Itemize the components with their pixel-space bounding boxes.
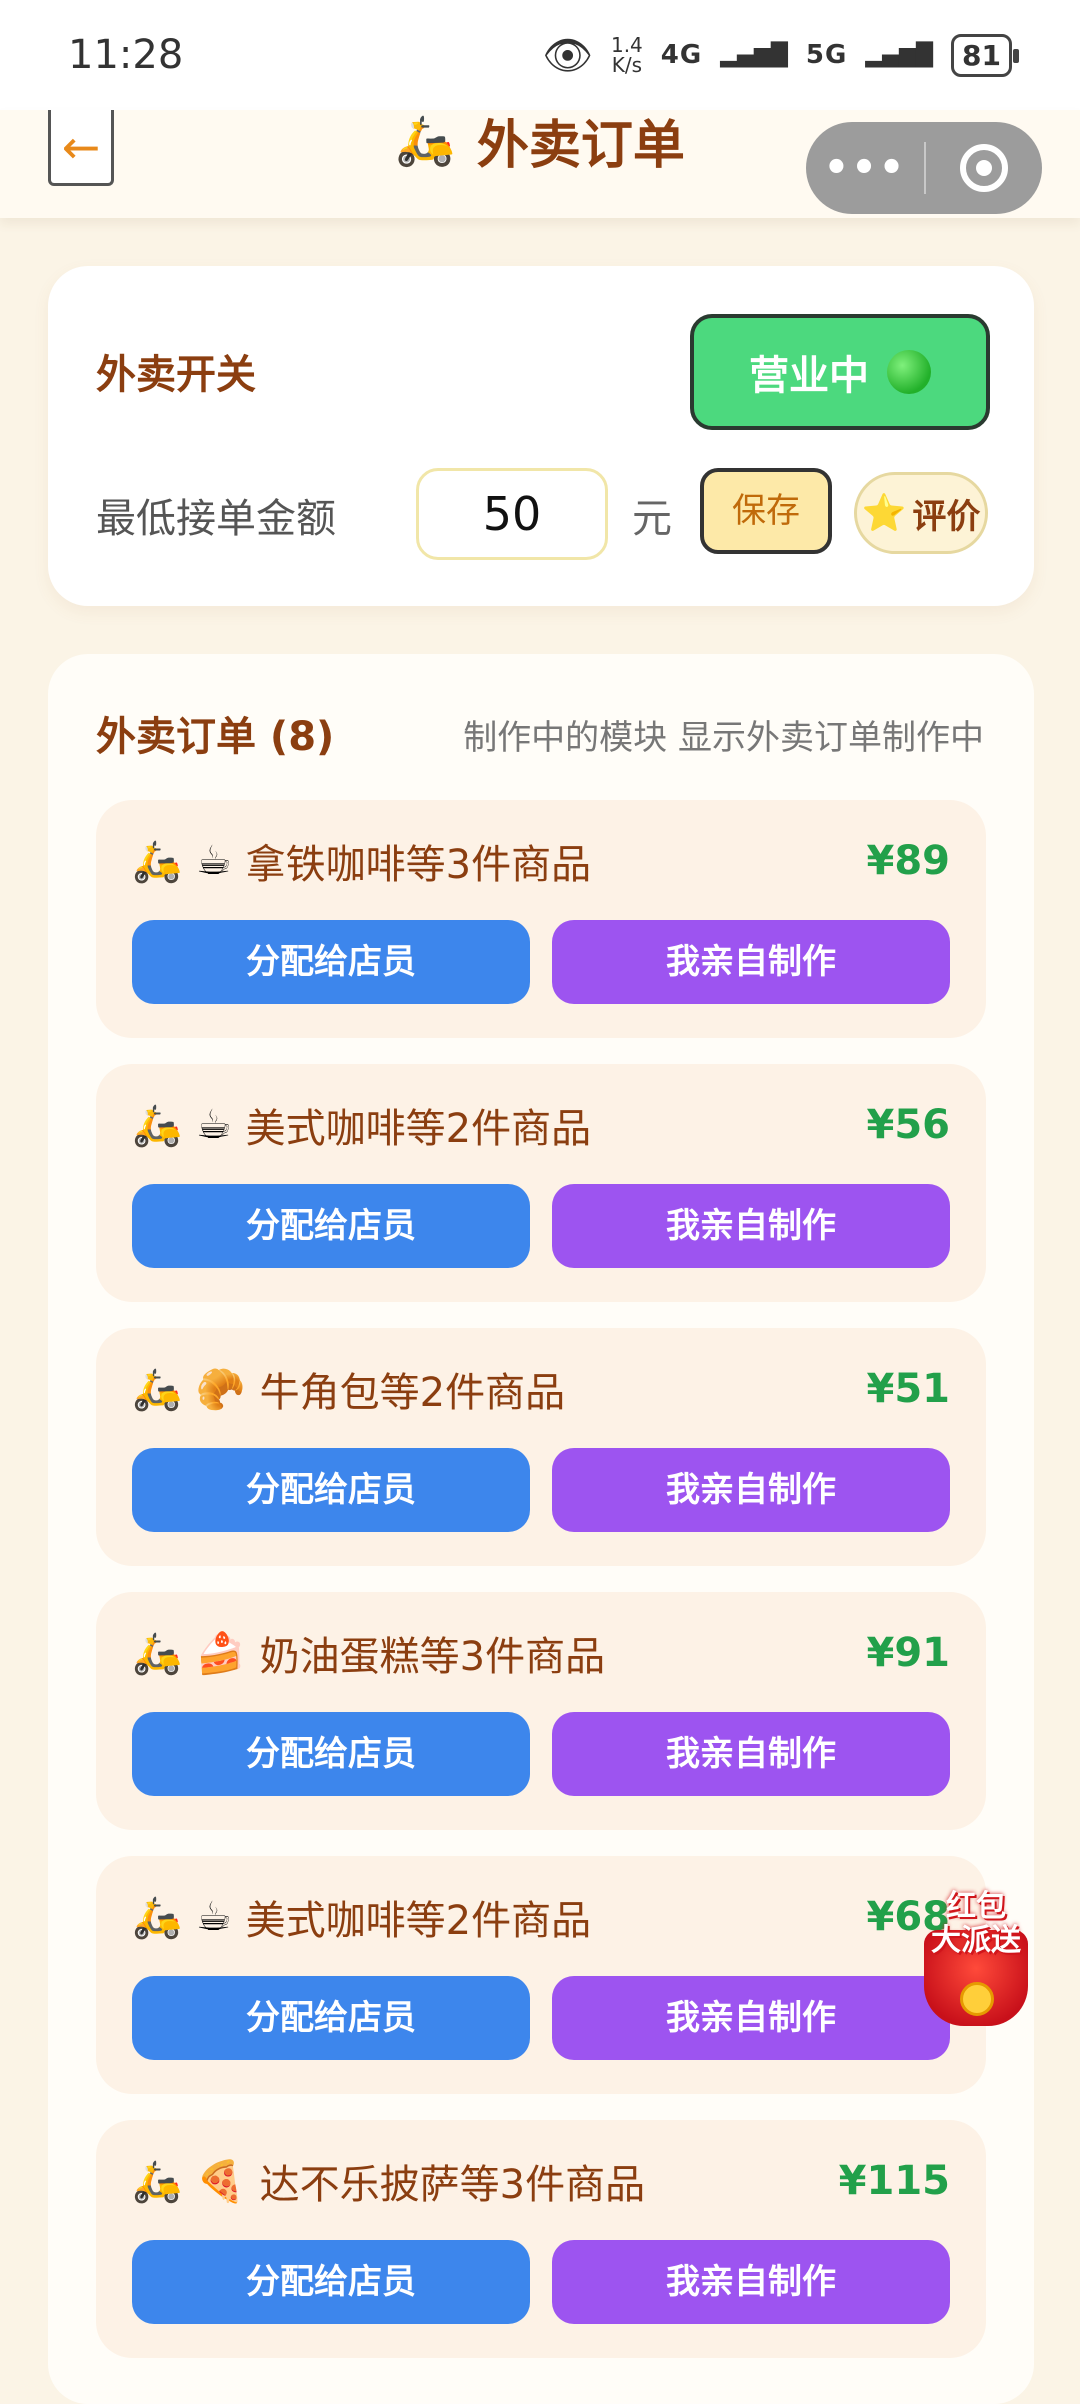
business-status-toggle[interactable]: 营业中 bbox=[690, 314, 990, 430]
battery-indicator: 81 bbox=[951, 33, 1019, 77]
status-time: 11:28 bbox=[68, 32, 184, 78]
more-menu-icon[interactable]: ••• bbox=[806, 145, 924, 191]
signal-5g-icon: 5G bbox=[805, 40, 848, 70]
review-label: 评价 bbox=[912, 496, 981, 537]
star-icon: ⭐ bbox=[861, 493, 907, 534]
network-rate-unit: K/s bbox=[611, 53, 643, 77]
assign-to-staff-button[interactable]: 分配给店员 bbox=[132, 1712, 530, 1796]
order-item: 🛵 🥐 牛角包等2件商品 ¥51 分配给店员 我亲自制作 bbox=[96, 1328, 986, 1566]
scooter-icon: 🛵 bbox=[132, 1630, 182, 1677]
signal-bars-icon: ▂▄▆█ bbox=[865, 42, 934, 68]
order-name: 美式咖啡等2件商品 bbox=[245, 1898, 592, 1944]
red-packet-promo[interactable]: 红包 大派送 bbox=[912, 1890, 1040, 2030]
order-price: ¥89 bbox=[866, 838, 951, 884]
target-icon bbox=[960, 144, 1008, 192]
green-dot-icon bbox=[887, 350, 931, 394]
miniprogram-capsule: ••• bbox=[806, 122, 1042, 214]
scooter-icon: 🛵 bbox=[395, 112, 455, 169]
page-header: ← 🛵 外卖订单 ••• bbox=[0, 110, 1080, 218]
scooter-icon: 🛵 bbox=[132, 838, 182, 885]
order-name: 拿铁咖啡等3件商品 bbox=[245, 842, 592, 888]
min-order-input[interactable]: 50 bbox=[416, 468, 608, 560]
red-packet-text: 红包 大派送 bbox=[912, 1890, 1040, 1958]
business-status-text: 营业中 bbox=[749, 353, 869, 399]
croissant-icon: 🥐 bbox=[195, 1366, 246, 1413]
coin-icon bbox=[960, 1982, 994, 2016]
make-myself-button[interactable]: 我亲自制作 bbox=[552, 1448, 950, 1532]
assign-to-staff-button[interactable]: 分配给店员 bbox=[132, 1184, 530, 1268]
order-name: 牛角包等2件商品 bbox=[259, 1370, 566, 1416]
make-myself-button[interactable]: 我亲自制作 bbox=[552, 1712, 950, 1796]
page-title-text: 外卖订单 bbox=[476, 115, 685, 176]
make-myself-button[interactable]: 我亲自制作 bbox=[552, 920, 950, 1004]
status-indicators: 👁 1.4 K/s 4G ▂▄▆█ 5G ▂▄▆█ 81 bbox=[542, 32, 1019, 79]
coffee-icon: ☕ bbox=[195, 1894, 232, 1940]
make-myself-button[interactable]: 我亲自制作 bbox=[552, 1976, 950, 2060]
red-packet-line2: 大派送 bbox=[931, 1923, 1021, 1958]
scooter-icon: 🛵 bbox=[132, 2158, 182, 2205]
cake-icon: 🍰 bbox=[195, 1630, 246, 1677]
min-order-label: 最低接单金额 bbox=[96, 496, 336, 542]
signal-bars-icon: ▂▄▆█ bbox=[720, 42, 788, 68]
coffee-icon: ☕ bbox=[195, 838, 232, 884]
assign-to-staff-button[interactable]: 分配给店员 bbox=[132, 2240, 530, 2324]
scooter-icon: 🛵 bbox=[132, 1894, 182, 1941]
status-bar: 11:28 👁 1.4 K/s 4G ▂▄▆█ 5G ▂▄▆█ 81 bbox=[0, 0, 1080, 110]
make-myself-button[interactable]: 我亲自制作 bbox=[552, 2240, 950, 2324]
network-rate: 1.4 K/s bbox=[611, 35, 643, 75]
orders-title: 外卖订单 (8) bbox=[96, 714, 335, 760]
order-name: 美式咖啡等2件商品 bbox=[245, 1106, 592, 1152]
order-item: 🛵 ☕ 美式咖啡等2件商品 ¥56 分配给店员 我亲自制作 bbox=[96, 1064, 986, 1302]
make-myself-button[interactable]: 我亲自制作 bbox=[552, 1184, 950, 1268]
review-button[interactable]: ⭐ 评价 bbox=[854, 472, 988, 554]
delivery-settings-card: 外卖开关 营业中 最低接单金额 50 元 保存 ⭐ 评价 bbox=[48, 266, 1034, 606]
order-name: 奶油蛋糕等3件商品 bbox=[259, 1634, 606, 1680]
order-price: ¥56 bbox=[866, 1102, 951, 1148]
orders-card: 外卖订单 (8) 制作中的模块 显示外卖订单制作中 🛵 ☕ 拿铁咖啡等3件商品 … bbox=[48, 654, 1034, 2404]
coffee-icon: ☕ bbox=[195, 1102, 232, 1148]
red-packet-line1: 红包 bbox=[946, 1889, 1006, 1924]
order-price: ¥115 bbox=[838, 2158, 950, 2204]
delivery-switch-label: 外卖开关 bbox=[96, 352, 256, 398]
orders-note: 制作中的模块 显示外卖订单制作中 bbox=[463, 718, 984, 758]
assign-to-staff-button[interactable]: 分配给店员 bbox=[132, 1448, 530, 1532]
order-price: ¥51 bbox=[866, 1366, 951, 1412]
order-item: 🛵 ☕ 拿铁咖啡等3件商品 ¥89 分配给店员 我亲自制作 bbox=[96, 800, 986, 1038]
signal-4g-icon: 4G bbox=[660, 40, 703, 70]
close-miniprogram-button[interactable] bbox=[926, 144, 1042, 192]
assign-to-staff-button[interactable]: 分配给店员 bbox=[132, 920, 530, 1004]
currency-unit-label: 元 bbox=[632, 496, 672, 542]
order-item: 🛵 🍕 达不乐披萨等3件商品 ¥115 分配给店员 我亲自制作 bbox=[96, 2120, 986, 2358]
save-button[interactable]: 保存 bbox=[700, 468, 832, 554]
eye-icon: 👁 bbox=[542, 32, 593, 79]
order-name: 达不乐披萨等3件商品 bbox=[259, 2162, 646, 2208]
order-item: 🛵 ☕ 美式咖啡等2件商品 ¥68 分配给店员 我亲自制作 bbox=[96, 1856, 986, 2094]
scooter-icon: 🛵 bbox=[132, 1366, 182, 1413]
assign-to-staff-button[interactable]: 分配给店员 bbox=[132, 1976, 530, 2060]
order-price: ¥91 bbox=[866, 1630, 951, 1676]
order-item: 🛵 🍰 奶油蛋糕等3件商品 ¥91 分配给店员 我亲自制作 bbox=[96, 1592, 986, 1830]
pizza-icon: 🍕 bbox=[195, 2158, 246, 2205]
scooter-icon: 🛵 bbox=[132, 1102, 182, 1149]
